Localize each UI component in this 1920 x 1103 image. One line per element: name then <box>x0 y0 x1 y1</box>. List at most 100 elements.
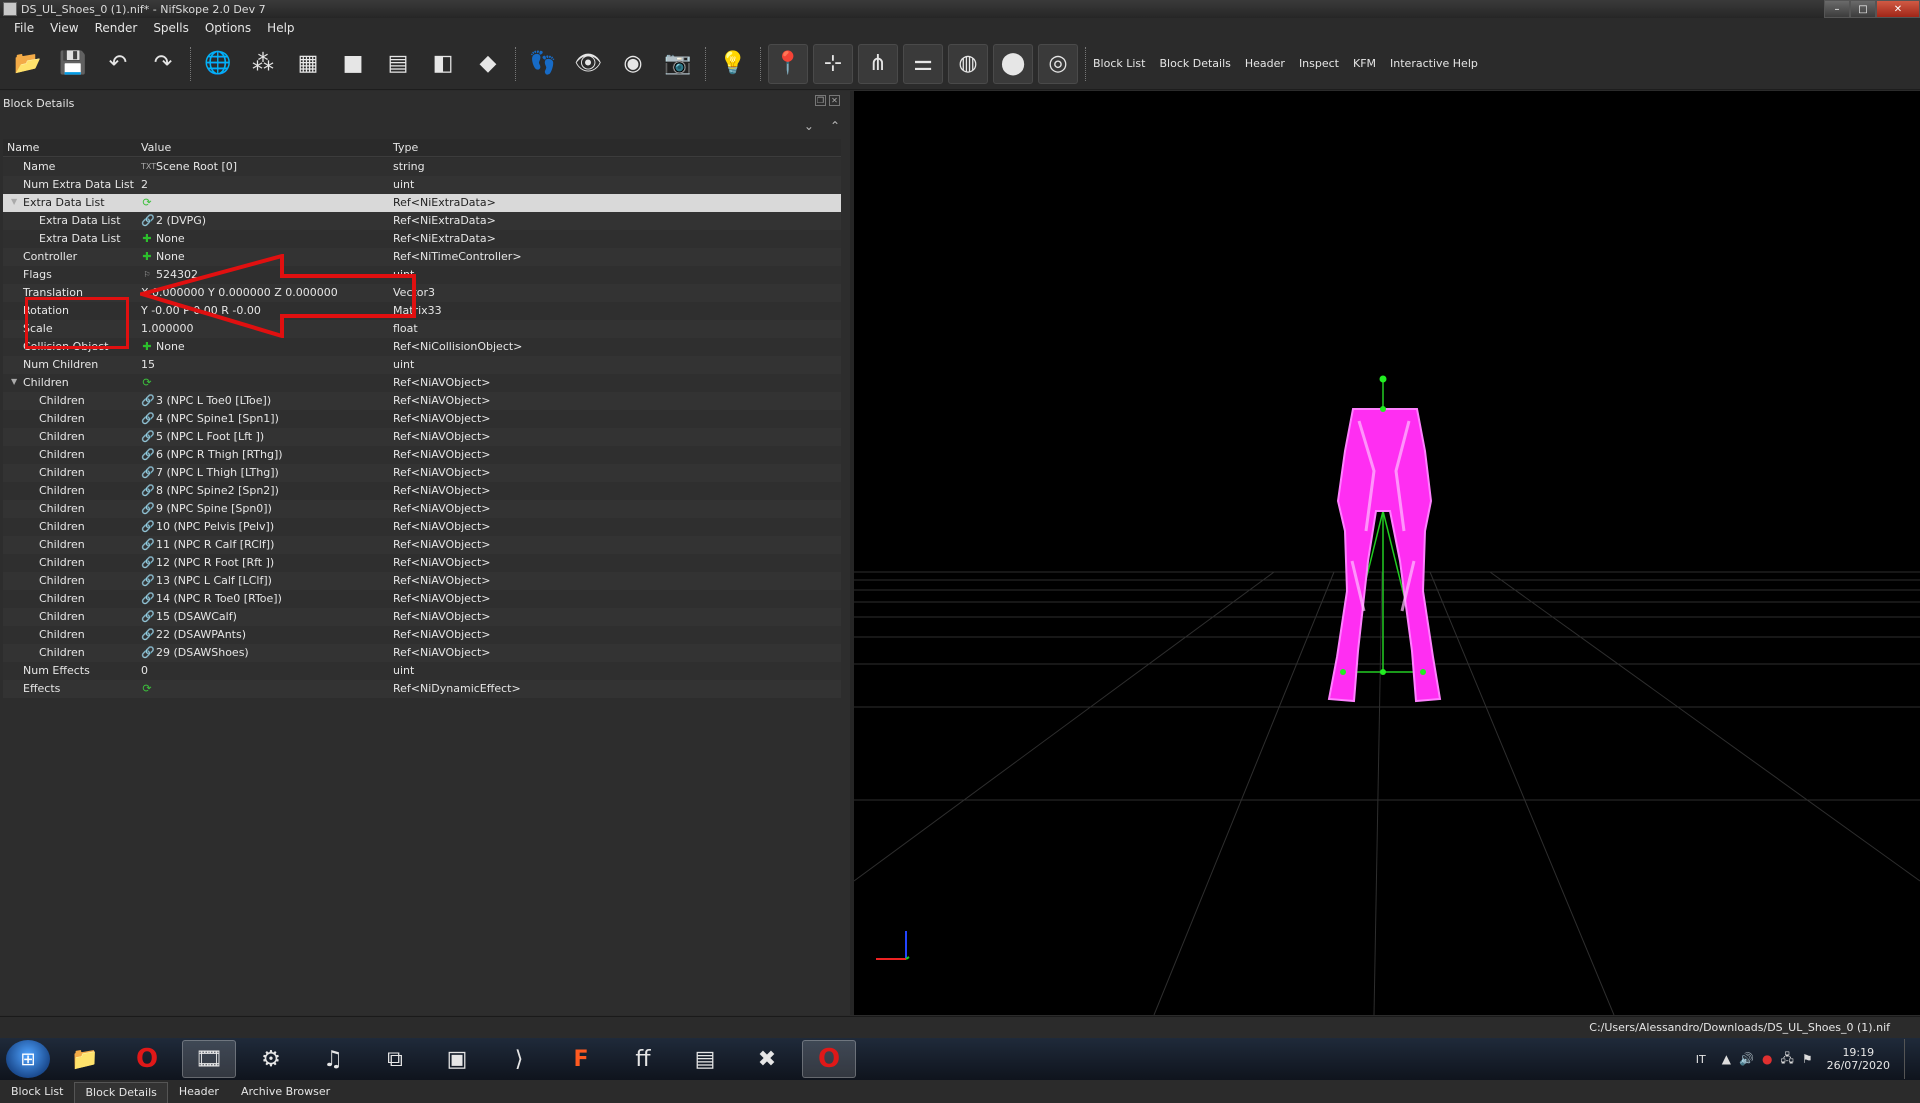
show-havok-button[interactable]: ⬤ <box>993 43 1033 84</box>
expand-arrow-icon[interactable]: ▼ <box>11 197 17 206</box>
chevron-up-icon[interactable]: ⌃ <box>830 119 840 133</box>
tab-header[interactable]: Header <box>168 1081 230 1103</box>
tree-row[interactable]: Controller ✚ None Ref<NiTimeController> <box>3 248 841 266</box>
row-value[interactable]: 🔗 22 (DSAWPAnts) <box>141 628 246 641</box>
action-center-flag-icon[interactable]: ⚑ <box>1802 1052 1813 1066</box>
volume-icon[interactable]: 🔊 <box>1739 1052 1754 1066</box>
row-value[interactable]: 🔗 9 (NPC Spine [Spn0]) <box>141 502 272 515</box>
tree-row[interactable]: Num Children 15 uint <box>3 356 841 374</box>
menu-file[interactable]: File <box>6 21 42 35</box>
close-button[interactable]: ✕ <box>1876 0 1920 18</box>
menu-render[interactable]: Render <box>87 21 146 35</box>
tree-row[interactable]: Children 🔗 9 (NPC Spine [Spn0]) Ref<NiAVObj… <box>3 500 841 518</box>
row-value[interactable]: ✚ None <box>141 340 184 353</box>
row-value[interactable]: ✚ None <box>141 232 184 245</box>
view-side-button[interactable]: ▤ <box>378 44 418 84</box>
taskbar-app[interactable]: 🎞 <box>182 1040 236 1078</box>
tree-row[interactable]: Children 🔗 29 (DSAWShoes) Ref<NiAVObject> <box>3 644 841 662</box>
menu-spells[interactable]: Spells <box>145 21 197 35</box>
dock-block-details[interactable]: Block Details <box>1159 57 1230 70</box>
walk-mode-button[interactable]: 👣 <box>523 44 563 84</box>
tree-row[interactable]: Children 🔗 5 (NPC L Foot [Lft ]) Ref<NiAVOb… <box>3 428 841 446</box>
row-value[interactable]: 🔗 11 (NPC R Calf [RClf]) <box>141 538 274 551</box>
antivirus-icon[interactable]: ● <box>1762 1052 1772 1066</box>
row-value[interactable]: ⟳ <box>141 376 156 389</box>
view-front-button[interactable]: ▦ <box>288 44 328 84</box>
show-hidden-meshes-button[interactable]: ◎ <box>1038 43 1078 84</box>
expand-arrow-icon[interactable]: ▼ <box>11 377 17 386</box>
row-value[interactable]: 🔗 29 (DSAWShoes) <box>141 646 249 659</box>
language-indicator[interactable]: IT <box>1696 1053 1706 1066</box>
row-value[interactable]: ⟳ <box>141 682 156 695</box>
taskbar-app[interactable]: 📁 <box>58 1040 112 1078</box>
view-top-button[interactable]: ■ <box>333 44 373 84</box>
dock-interactive-help[interactable]: Interactive Help <box>1390 57 1478 70</box>
menu-help[interactable]: Help <box>259 21 302 35</box>
row-value[interactable]: 🔗 3 (NPC L Toe0 [LToe]) <box>141 394 271 407</box>
render-viewport[interactable] <box>854 91 1920 1015</box>
show-desktop-button[interactable] <box>1904 1039 1914 1079</box>
tab-block-list[interactable]: Block List <box>0 1081 74 1103</box>
show-nodes-button[interactable]: ⋔ <box>858 43 898 84</box>
show-constraints-button[interactable]: ⚌ <box>903 43 943 84</box>
tree-row[interactable]: Children 🔗 10 (NPC Pelvis [Pelv]) Ref<NiAVO… <box>3 518 841 536</box>
chevron-down-icon[interactable]: ⌄ <box>804 119 814 133</box>
show-axes-button[interactable]: ⊹ <box>813 43 853 84</box>
tree-row[interactable]: Children 🔗 6 (NPC R Thigh [RThg]) Ref<NiAVO… <box>3 446 841 464</box>
tree-row[interactable]: ▼ Extra Data List ⟳ Ref<NiExtraData> <box>3 194 841 212</box>
float-panel-icon[interactable]: ❐ <box>815 95 826 106</box>
screenshot-button[interactable]: 📷 <box>658 44 698 84</box>
tree-row[interactable]: Children 🔗 7 (NPC L Thigh [LThg]) Ref<NiAVO… <box>3 464 841 482</box>
taskbar-app[interactable]: O <box>802 1040 856 1078</box>
taskbar-app[interactable]: ff <box>616 1040 670 1078</box>
row-value[interactable]: ⟳ <box>141 196 156 209</box>
row-value[interactable]: 🔗 5 (NPC L Foot [Lft ]) <box>141 430 264 443</box>
row-value[interactable]: 🔗 6 (NPC R Thigh [RThg]) <box>141 448 283 461</box>
show-hidden-button[interactable]: ◉ <box>613 44 653 84</box>
tree-row[interactable]: Children 🔗 11 (NPC R Calf [RClf]) Ref<NiAVO… <box>3 536 841 554</box>
row-value[interactable]: 🔗 10 (NPC Pelvis [Pelv]) <box>141 520 274 533</box>
perspective-button[interactable]: ◆ <box>468 44 508 84</box>
tree-row[interactable]: Children 🔗 14 (NPC R Toe0 [RToe]) Ref<NiAVO… <box>3 590 841 608</box>
clock[interactable]: 19:19 26/07/2020 <box>1827 1046 1890 1072</box>
taskbar-app[interactable]: O <box>120 1040 174 1078</box>
column-type[interactable]: Type <box>393 141 418 154</box>
view-flip-button[interactable]: ◧ <box>423 44 463 84</box>
row-value[interactable]: 🔗 8 (NPC Spine2 [Spn2]) <box>141 484 279 497</box>
row-value[interactable]: 🔗 4 (NPC Spine1 [Spn1]) <box>141 412 279 425</box>
maximize-button[interactable]: □ <box>1850 0 1876 18</box>
row-value[interactable]: 15 <box>141 358 155 371</box>
menu-view[interactable]: View <box>42 21 86 35</box>
select-nodes-button[interactable]: ⁂ <box>243 44 283 84</box>
row-value[interactable]: 🔗 14 (NPC R Toe0 [RToe]) <box>141 592 282 605</box>
column-value[interactable]: Value <box>141 141 171 154</box>
tray-expand-icon[interactable]: ▲ <box>1722 1052 1731 1066</box>
show-markers-button[interactable]: 📍 <box>768 43 808 84</box>
tab-archive-browser[interactable]: Archive Browser <box>230 1081 341 1103</box>
show-collision-button[interactable]: ◍ <box>948 43 988 84</box>
tree-row[interactable]: Children 🔗 13 (NPC L Calf [LClf]) Ref<NiAVO… <box>3 572 841 590</box>
row-value[interactable]: 🔗 7 (NPC L Thigh [LThg]) <box>141 466 279 479</box>
select-object-button[interactable]: 🌐 <box>198 44 238 84</box>
row-value[interactable]: 2 <box>141 178 148 191</box>
row-value[interactable]: 🔗 12 (NPC R Foot [Rft ]) <box>141 556 274 569</box>
row-value[interactable]: 🔗 15 (DSAWCalf) <box>141 610 237 623</box>
taskbar-app[interactable]: F <box>554 1040 608 1078</box>
tree-row[interactable]: Children 🔗 8 (NPC Spine2 [Spn2]) Ref<NiAVOb… <box>3 482 841 500</box>
redo-button[interactable]: ↷ <box>143 44 183 84</box>
row-value[interactable]: TXT Scene Root [0] <box>141 160 237 173</box>
start-button[interactable]: ⊞ <box>6 1040 50 1078</box>
tree-row[interactable]: Num Effects 0 uint <box>3 662 841 680</box>
dock-inspect[interactable]: Inspect <box>1299 57 1339 70</box>
minimize-button[interactable]: – <box>1824 0 1850 18</box>
taskbar-app[interactable]: ▤ <box>678 1040 732 1078</box>
tab-block-details[interactable]: Block Details <box>74 1082 168 1103</box>
tree-row[interactable]: Children 🔗 22 (DSAWPAnts) Ref<NiAVObject> <box>3 626 841 644</box>
show-visible-button[interactable]: 👁 <box>568 44 608 84</box>
tree-row[interactable]: Children 🔗 15 (DSAWCalf) Ref<NiAVObject> <box>3 608 841 626</box>
row-value[interactable]: 🔗 2 (DVPG) <box>141 214 206 227</box>
column-name[interactable]: Name <box>7 141 39 154</box>
undo-button[interactable]: ↶ <box>98 44 138 84</box>
tree-row[interactable]: Children 🔗 12 (NPC R Foot [Rft ]) Ref<NiAVO… <box>3 554 841 572</box>
tree-row[interactable]: Flags ⚐ 524302 uint <box>3 266 841 284</box>
